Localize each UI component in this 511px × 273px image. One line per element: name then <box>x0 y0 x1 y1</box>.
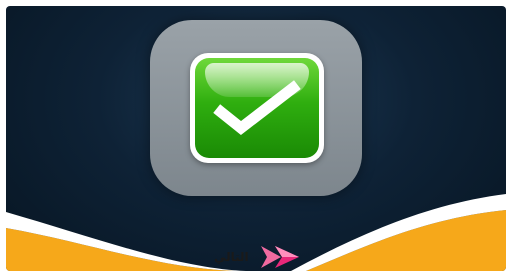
checkmark-icon <box>213 80 301 135</box>
confirm-button[interactable] <box>190 53 324 163</box>
next-button[interactable]: التالي <box>214 242 301 271</box>
confirm-button-face <box>195 58 319 158</box>
screen: التالي <box>6 6 506 271</box>
double-chevron-right-icon <box>260 246 299 268</box>
next-label: التالي <box>214 250 249 264</box>
app-tile <box>150 20 362 196</box>
